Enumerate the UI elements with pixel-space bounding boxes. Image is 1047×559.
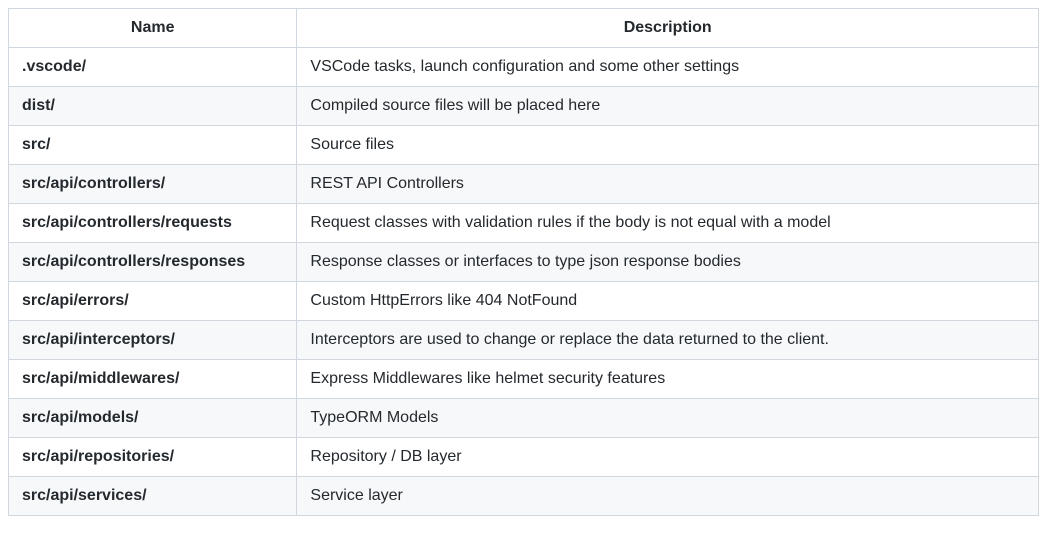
column-header-description: Description <box>297 9 1039 48</box>
cell-description: Response classes or interfaces to type j… <box>297 243 1039 282</box>
column-header-name: Name <box>9 9 297 48</box>
table-row: src/ Source files <box>9 126 1039 165</box>
table-row: .vscode/ VSCode tasks, launch configurat… <box>9 48 1039 87</box>
table-row: src/api/interceptors/ Interceptors are u… <box>9 321 1039 360</box>
cell-name: src/ <box>9 126 297 165</box>
cell-description: Repository / DB layer <box>297 438 1039 477</box>
cell-name: src/api/errors/ <box>9 282 297 321</box>
table-row: src/api/repositories/ Repository / DB la… <box>9 438 1039 477</box>
cell-name: src/api/controllers/requests <box>9 204 297 243</box>
table-row: src/api/errors/ Custom HttpErrors like 4… <box>9 282 1039 321</box>
cell-name: src/api/models/ <box>9 399 297 438</box>
table-row: src/api/models/ TypeORM Models <box>9 399 1039 438</box>
cell-name: dist/ <box>9 87 297 126</box>
cell-description: TypeORM Models <box>297 399 1039 438</box>
table-row: src/api/controllers/responses Response c… <box>9 243 1039 282</box>
project-structure-table: Name Description .vscode/ VSCode tasks, … <box>8 8 1039 516</box>
cell-description: Service layer <box>297 477 1039 516</box>
cell-description: VSCode tasks, launch configuration and s… <box>297 48 1039 87</box>
cell-name: src/api/controllers/responses <box>9 243 297 282</box>
table-row: src/api/controllers/requests Request cla… <box>9 204 1039 243</box>
cell-description: Express Middlewares like helmet security… <box>297 360 1039 399</box>
cell-name: src/api/middlewares/ <box>9 360 297 399</box>
cell-name: src/api/services/ <box>9 477 297 516</box>
table-row: src/api/controllers/ REST API Controller… <box>9 165 1039 204</box>
cell-description: Source files <box>297 126 1039 165</box>
cell-name: src/api/interceptors/ <box>9 321 297 360</box>
cell-name: src/api/repositories/ <box>9 438 297 477</box>
cell-description: REST API Controllers <box>297 165 1039 204</box>
table-header-row: Name Description <box>9 9 1039 48</box>
table-row: src/api/services/ Service layer <box>9 477 1039 516</box>
cell-description: Request classes with validation rules if… <box>297 204 1039 243</box>
cell-description: Custom HttpErrors like 404 NotFound <box>297 282 1039 321</box>
cell-name: .vscode/ <box>9 48 297 87</box>
table-row: src/api/middlewares/ Express Middlewares… <box>9 360 1039 399</box>
table-row: dist/ Compiled source files will be plac… <box>9 87 1039 126</box>
cell-description: Interceptors are used to change or repla… <box>297 321 1039 360</box>
cell-name: src/api/controllers/ <box>9 165 297 204</box>
cell-description: Compiled source files will be placed her… <box>297 87 1039 126</box>
